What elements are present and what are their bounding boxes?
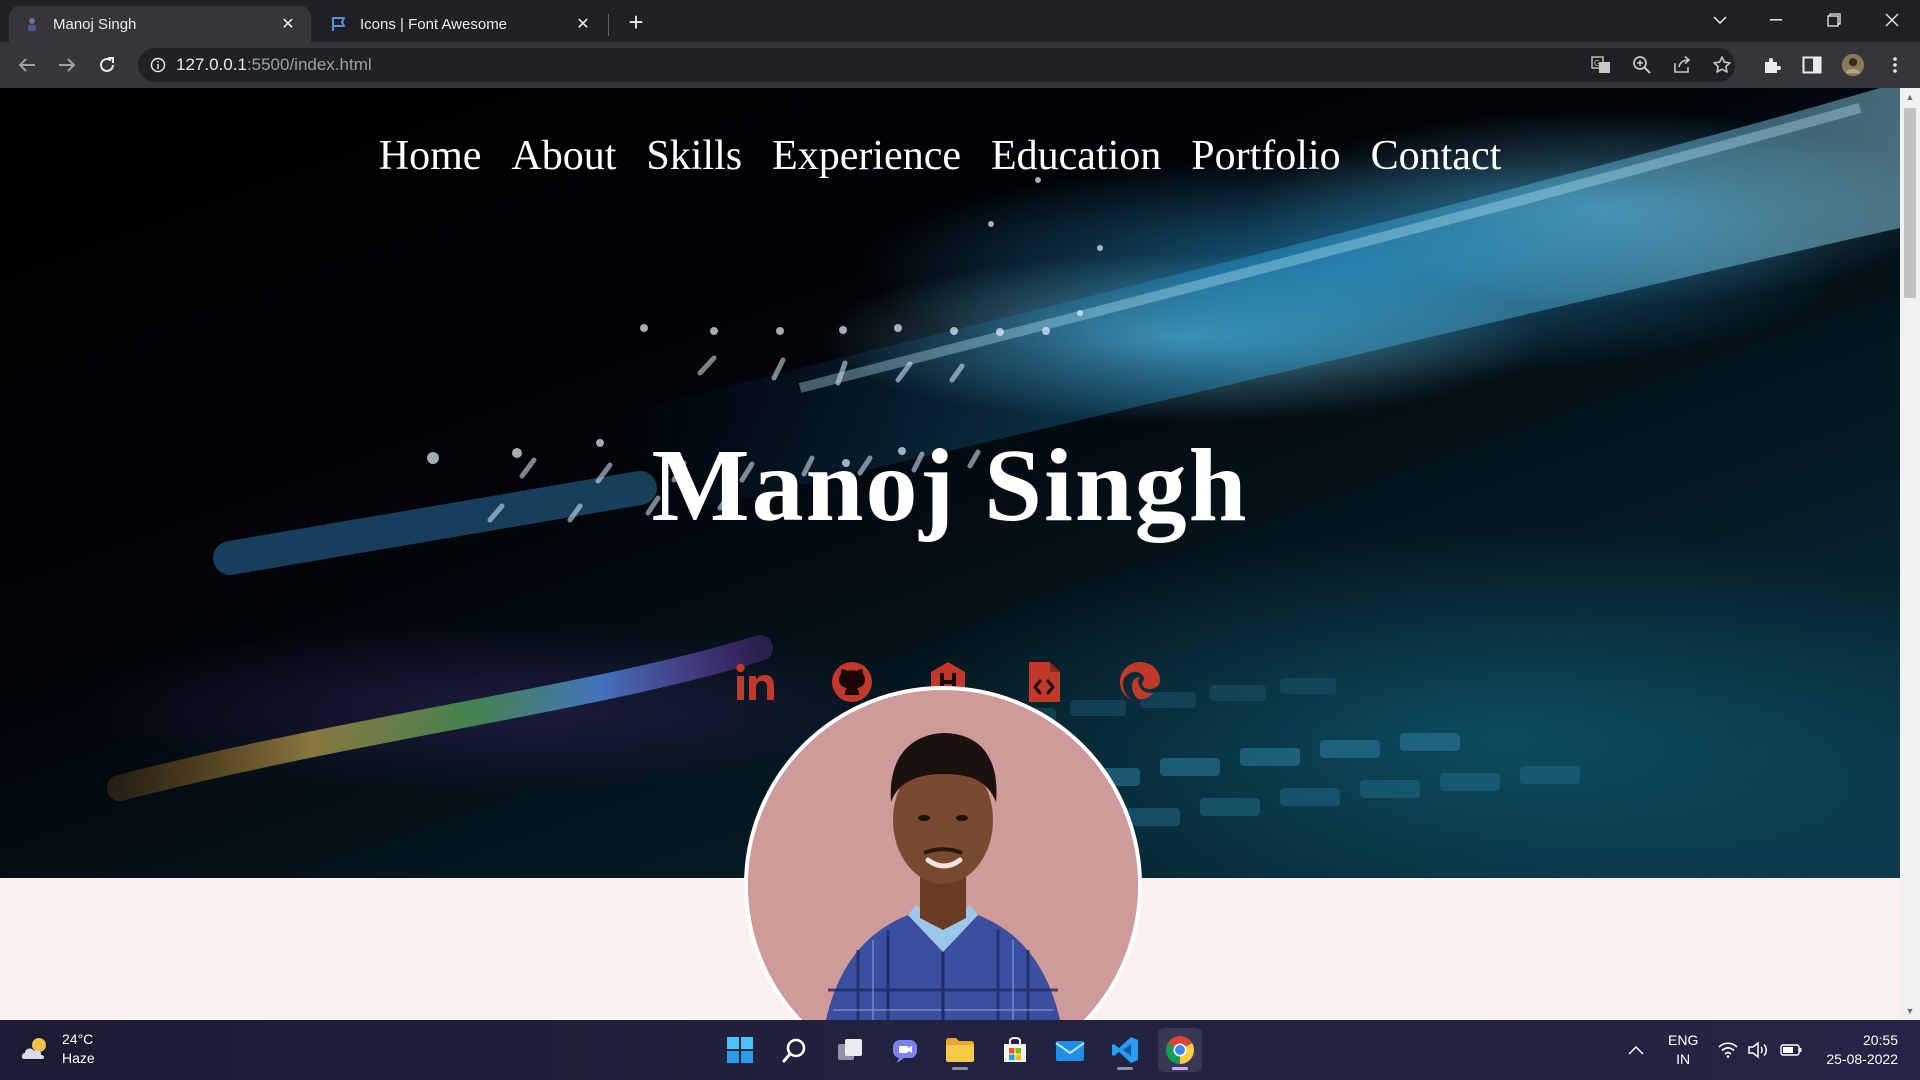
bookmark-star-icon[interactable] <box>1710 53 1734 77</box>
language-region: IN <box>1676 1051 1691 1067</box>
vscode-icon <box>1112 1037 1138 1063</box>
start-button[interactable] <box>718 1028 762 1072</box>
avatar-favicon-icon <box>23 15 41 33</box>
nav-link-education[interactable]: Education <box>991 132 1161 180</box>
store-icon <box>1004 1036 1026 1062</box>
reload-button[interactable] <box>92 50 122 80</box>
windows-logo-icon <box>727 1037 753 1063</box>
file-explorer-button[interactable] <box>938 1028 982 1072</box>
task-view-button[interactable] <box>828 1028 872 1072</box>
nav-link-home[interactable]: Home <box>379 132 482 180</box>
tab-search-icon[interactable] <box>1692 0 1748 40</box>
weather-temperature: 24°C <box>62 1031 94 1047</box>
main-nav: Home About Skills Experience Education P… <box>0 132 1900 180</box>
extensions-icon[interactable] <box>1760 53 1784 77</box>
edge-icon[interactable] <box>1118 660 1162 704</box>
nav-link-portfolio[interactable]: Portfolio <box>1191 132 1340 180</box>
teams-chat-button[interactable] <box>883 1028 927 1072</box>
mail-button[interactable] <box>1048 1028 1092 1072</box>
weather-description: Haze <box>62 1050 95 1066</box>
mail-icon <box>1055 1041 1085 1061</box>
linkedin-icon[interactable] <box>734 660 778 704</box>
clock-date: 25-08-2022 <box>1826 1051 1898 1067</box>
close-tab-icon[interactable]: ✕ <box>574 15 592 33</box>
clock-time: 20:55 <box>1862 1032 1898 1048</box>
running-indicator <box>952 1067 968 1070</box>
github-icon[interactable] <box>830 660 874 704</box>
new-tab-button[interactable]: + <box>622 7 650 37</box>
restore-button[interactable] <box>1806 0 1862 40</box>
active-indicator <box>1172 1067 1188 1070</box>
side-panel-icon[interactable] <box>1800 53 1824 77</box>
translate-icon[interactable]: G <box>1589 53 1613 77</box>
weather-widget[interactable]: 24°C Haze <box>20 1030 95 1068</box>
running-indicator <box>1117 1067 1133 1070</box>
search-icon <box>782 1038 806 1063</box>
chevron-up-icon <box>1628 1045 1644 1055</box>
nav-link-skills[interactable]: Skills <box>646 132 742 180</box>
folder-icon <box>946 1038 974 1062</box>
browser-toolbar: 127.0.0.1:5500/index.html G <box>0 42 1920 88</box>
site-info-icon[interactable] <box>150 57 166 73</box>
tab-font-awesome[interactable]: Icons | Font Awesome ✕ <box>316 6 606 42</box>
flag-favicon-icon <box>330 15 348 33</box>
url-path: :5500/index.html <box>246 55 372 74</box>
teams-chat-icon <box>893 1040 917 1063</box>
page-scrollbar[interactable]: ▲ ▼ <box>1900 88 1920 1020</box>
page-viewport: Home About Skills Experience Education P… <box>0 88 1900 1020</box>
search-button[interactable] <box>773 1028 817 1072</box>
tab-manoj-singh[interactable]: Manoj Singh ✕ <box>9 6 311 42</box>
scroll-down-arrow-icon[interactable]: ▼ <box>1905 1006 1915 1016</box>
svg-text:G: G <box>1594 59 1600 68</box>
scrollbar-thumb[interactable] <box>1904 108 1916 298</box>
zoom-icon[interactable] <box>1630 53 1654 77</box>
address-bar[interactable]: 127.0.0.1:5500/index.html <box>138 48 1735 82</box>
file-code-icon[interactable] <box>1022 660 1066 704</box>
browser-menu-icon[interactable] <box>1883 53 1907 77</box>
windows-taskbar: 24°C Haze ENG IN 20:55 25-08-2022 <box>0 1020 1920 1080</box>
tab-title: Manoj Singh <box>53 15 137 33</box>
volume-icon[interactable] <box>1748 1020 1770 1080</box>
partly-cloudy-icon <box>21 1038 46 1059</box>
battery-icon[interactable] <box>1780 1020 1802 1080</box>
nav-link-contact[interactable]: Contact <box>1371 132 1502 180</box>
url-text: 127.0.0.1:5500/index.html <box>176 55 372 75</box>
hero-name: Manoj Singh <box>651 428 1249 543</box>
scroll-up-arrow-icon[interactable]: ▲ <box>1905 92 1915 102</box>
task-view-icon <box>838 1039 862 1060</box>
taskbar-clock[interactable]: 20:55 25-08-2022 <box>1826 1031 1898 1069</box>
tab-title: Icons | Font Awesome <box>360 15 508 33</box>
wifi-icon[interactable] <box>1718 1020 1738 1080</box>
share-icon[interactable] <box>1670 53 1694 77</box>
chrome-button[interactable] <box>1158 1028 1202 1072</box>
url-host: 127.0.0.1 <box>176 55 247 74</box>
nav-link-experience[interactable]: Experience <box>772 132 961 180</box>
close-tab-icon[interactable]: ✕ <box>279 15 297 33</box>
minimize-button[interactable] <box>1748 0 1804 40</box>
vscode-button[interactable] <box>1103 1028 1147 1072</box>
language-code: ENG <box>1668 1032 1699 1048</box>
microsoft-store-button[interactable] <box>993 1028 1037 1072</box>
chrome-icon <box>1166 1036 1194 1064</box>
profile-avatar[interactable] <box>1841 53 1865 77</box>
close-window-button[interactable] <box>1864 0 1920 40</box>
show-hidden-icons-button[interactable] <box>1628 1020 1644 1080</box>
language-indicator[interactable]: ENG IN <box>1668 1020 1698 1080</box>
nav-link-about[interactable]: About <box>511 132 616 180</box>
forward-button[interactable] <box>52 50 82 80</box>
tab-strip: Manoj Singh ✕ Icons | Font Awesome ✕ + <box>0 0 1920 42</box>
tab-separator <box>608 14 609 36</box>
back-button[interactable] <box>12 50 42 80</box>
